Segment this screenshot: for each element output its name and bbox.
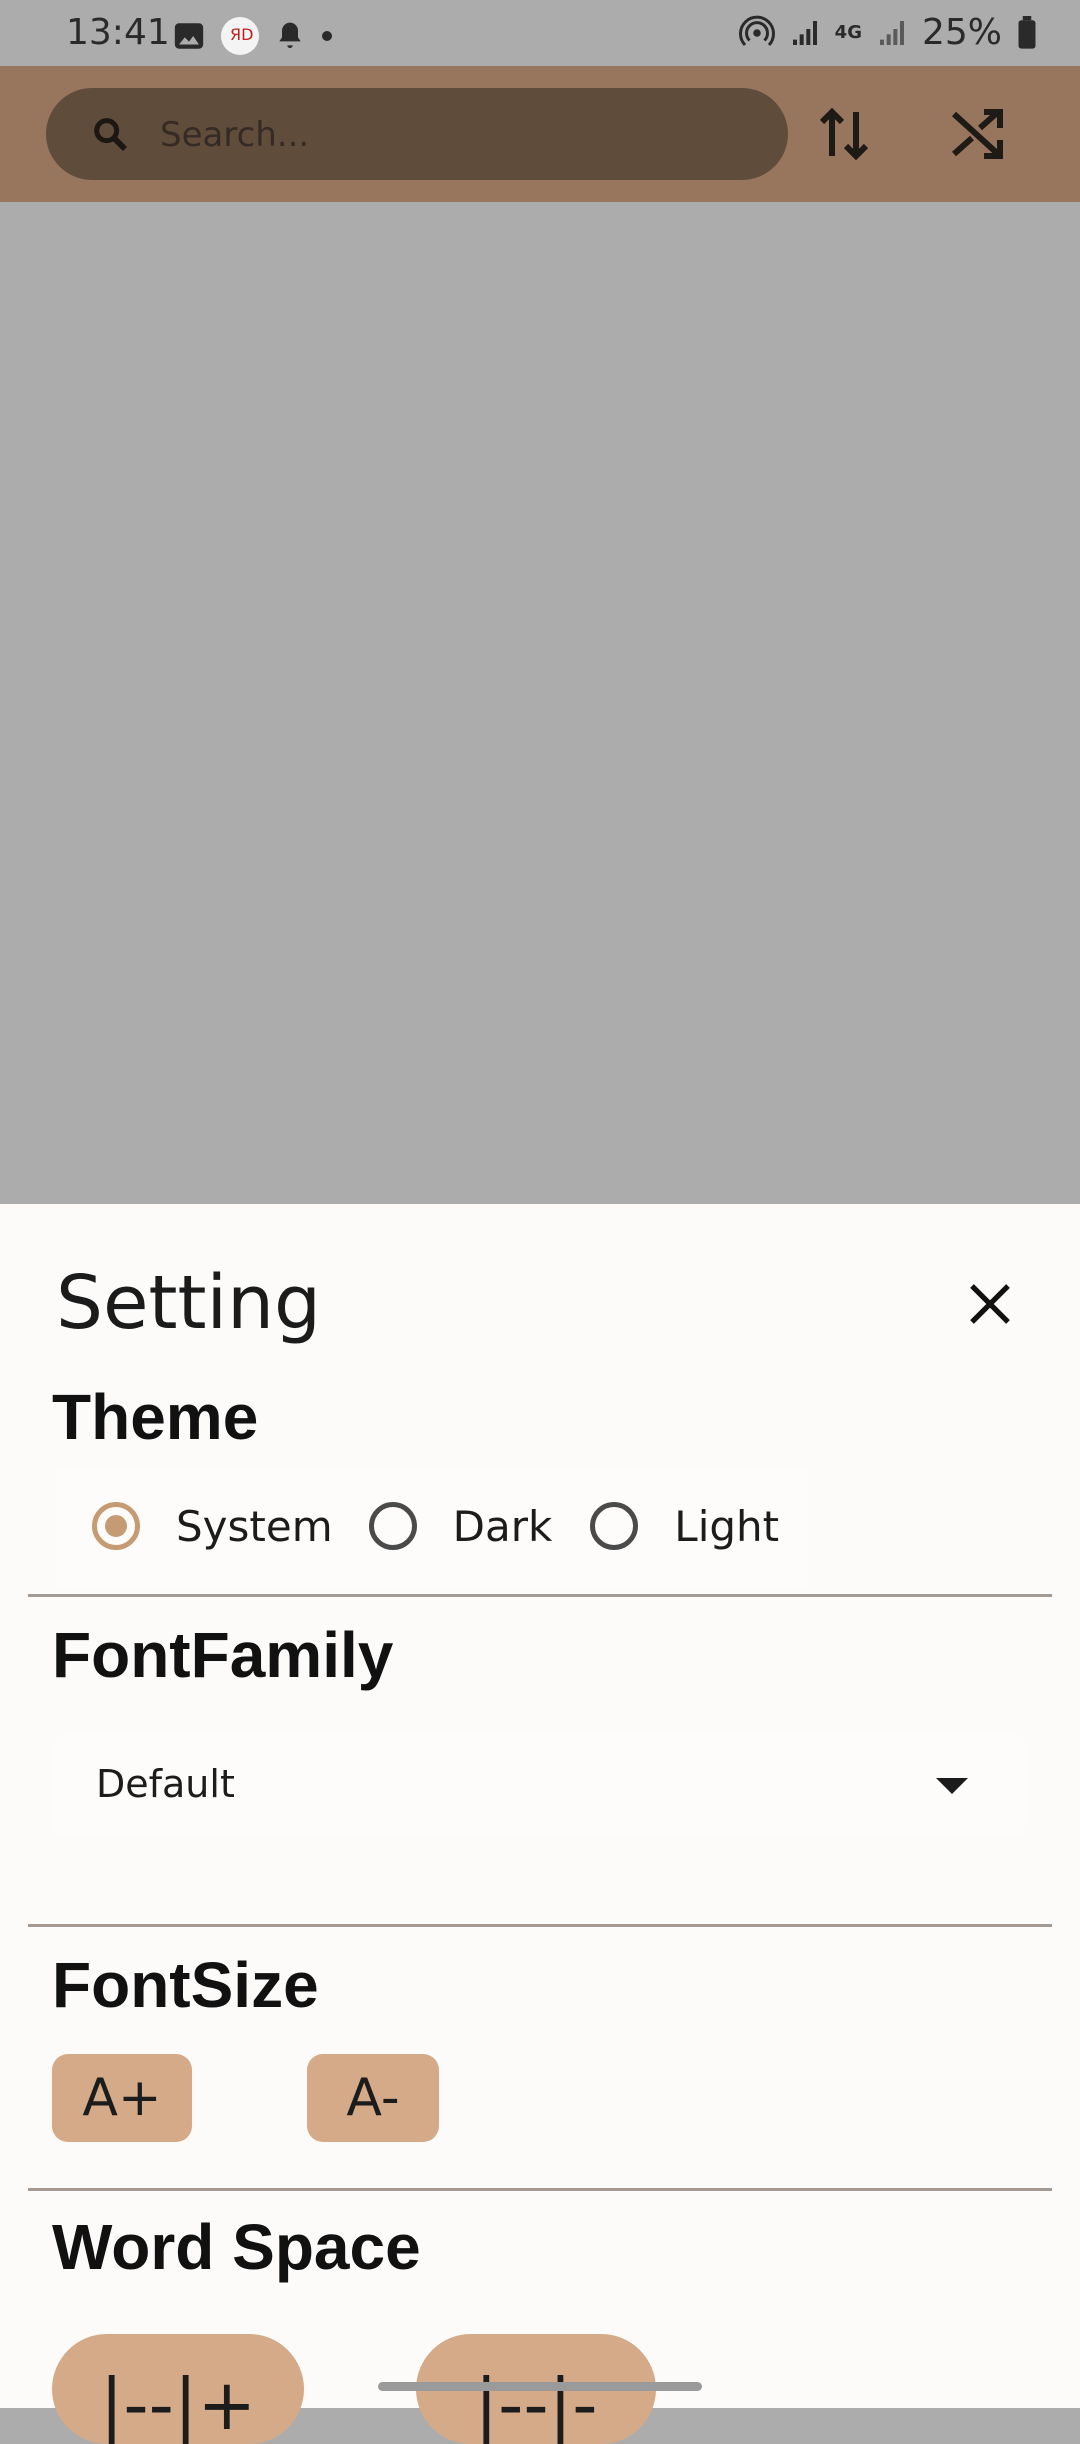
sheet-title: Setting bbox=[56, 1260, 321, 1346]
signal-icon bbox=[792, 20, 817, 45]
app-bar bbox=[0, 66, 1080, 202]
network-type: 4G bbox=[834, 22, 862, 43]
status-system-icons: 4G 25% bbox=[738, 12, 1038, 53]
theme-option-label: System bbox=[176, 1501, 333, 1551]
shuffle-button[interactable] bbox=[930, 86, 1026, 182]
shuffle-icon bbox=[951, 109, 1003, 159]
wordspace-section-title: Word Space bbox=[52, 2211, 421, 2283]
font-size-decrease-button[interactable]: A- bbox=[307, 2054, 439, 2142]
bell-icon bbox=[279, 22, 301, 48]
search-bar[interactable] bbox=[46, 88, 788, 182]
theme-option-label: Dark bbox=[452, 1501, 553, 1551]
gallery-icon bbox=[174, 23, 204, 49]
divider bbox=[28, 2188, 1052, 2191]
theme-option-dark[interactable]: Dark bbox=[363, 1501, 553, 1551]
home-indicator[interactable] bbox=[378, 2382, 702, 2391]
divider bbox=[28, 1924, 1052, 1927]
theme-option-system[interactable]: System bbox=[56, 1502, 333, 1551]
theme-option-light[interactable]: Light bbox=[582, 1502, 779, 1551]
sort-arrows-icon bbox=[819, 107, 869, 161]
status-time: 13:41 bbox=[66, 12, 170, 53]
search-input[interactable] bbox=[158, 88, 762, 182]
hotspot-icon bbox=[738, 15, 775, 46]
fontfamily-dropdown[interactable]: Default bbox=[52, 1734, 1026, 1838]
theme-radio-group: System Dark Light bbox=[56, 1466, 808, 1586]
font-size-increase-button[interactable]: A+ bbox=[52, 2054, 192, 2142]
close-button[interactable] bbox=[950, 1264, 1030, 1344]
svg-text:ЯD: ЯD bbox=[230, 25, 253, 44]
word-space-increase-button[interactable]: |--|+ bbox=[52, 2334, 304, 2444]
radio-unchecked-icon bbox=[590, 1502, 639, 1550]
divider bbox=[28, 1594, 1052, 1597]
battery-percent: 25% bbox=[921, 12, 1002, 53]
radio-unchecked-icon bbox=[368, 1502, 417, 1550]
fontfamily-section-title: FontFamily bbox=[52, 1619, 394, 1691]
settings-sheet: Setting Theme System Dark Light FontFami… bbox=[0, 1204, 1080, 2444]
dot-icon bbox=[322, 31, 332, 41]
status-bar: 13:41 ЯD 4G 25% bbox=[0, 0, 1080, 66]
dropdown-arrow-icon bbox=[936, 1778, 968, 1794]
close-icon bbox=[970, 1284, 1010, 1324]
search-icon bbox=[94, 118, 128, 152]
sort-button[interactable] bbox=[796, 86, 892, 182]
theme-section-title: Theme bbox=[52, 1381, 259, 1453]
radio-checked-icon bbox=[92, 1502, 140, 1550]
battery-icon bbox=[1018, 15, 1036, 49]
app-notification-icon: ЯD bbox=[221, 17, 259, 55]
fontfamily-selected-value: Default bbox=[96, 1762, 235, 1806]
background-scrim[interactable] bbox=[0, 202, 1080, 1204]
status-notification-icons: ЯD bbox=[172, 16, 334, 56]
theme-option-label: Light bbox=[674, 1501, 780, 1551]
signal-2-icon bbox=[879, 20, 904, 45]
fontsize-section-title: FontSize bbox=[52, 1949, 319, 2021]
